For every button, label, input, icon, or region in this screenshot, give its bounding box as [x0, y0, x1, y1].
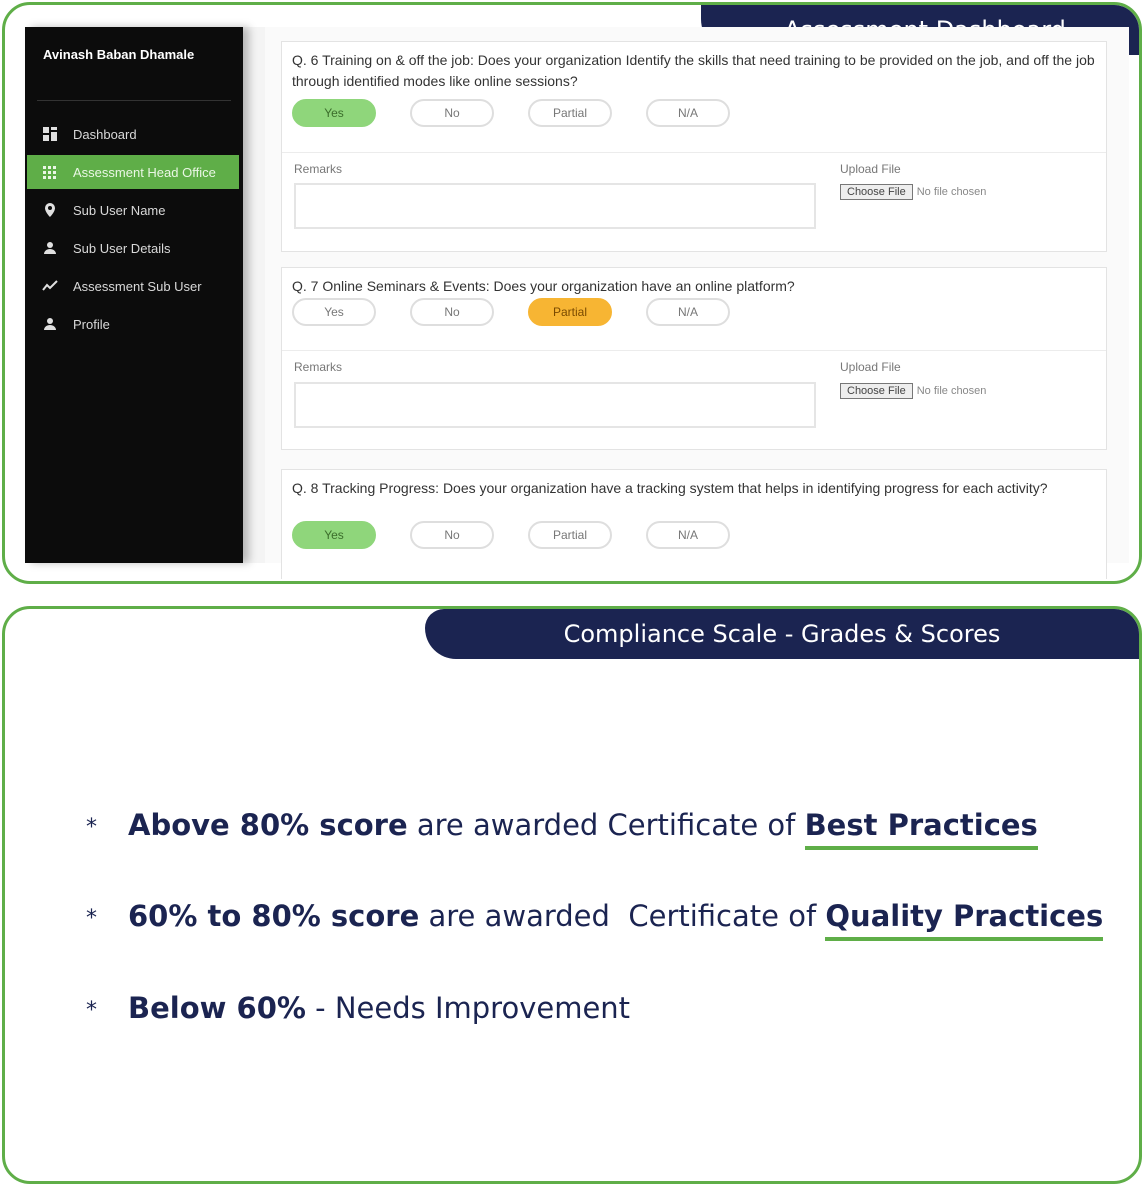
choose-file-button[interactable]: Choose File	[840, 383, 913, 399]
criteria-item: * 60% to 80% score are awarded Certificat…	[86, 899, 1104, 941]
panel-title: Compliance Scale - Grades & Scores	[563, 620, 1001, 648]
criteria-text: are awarded Certificate of	[407, 808, 805, 842]
question-text: Q. 6 Training on & off the job: Does you…	[292, 52, 1095, 89]
option-na[interactable]: N/A	[646, 99, 730, 127]
criteria-item: * Below 60% - Needs Improvement	[86, 991, 630, 1025]
answer-options: Yes No Partial N/A	[292, 521, 730, 549]
sidebar-item-assessment-head-office[interactable]: Assessment Head Office	[27, 155, 239, 189]
sidebar-item-assessment-sub-user[interactable]: Assessment Sub User	[27, 269, 239, 303]
dashboard-icon	[27, 126, 73, 142]
answer-options: Yes No Partial N/A	[292, 99, 730, 127]
option-na[interactable]: N/A	[646, 298, 730, 326]
option-yes[interactable]: Yes	[292, 521, 376, 549]
option-no[interactable]: No	[410, 521, 494, 549]
remarks-input[interactable]	[294, 382, 816, 428]
question-text: Q. 7 Online Seminars & Events: Does your…	[292, 278, 795, 294]
option-partial[interactable]: Partial	[528, 521, 612, 549]
option-partial[interactable]: Partial	[528, 298, 612, 326]
user-name: Avinash Baban Dhamale	[43, 47, 195, 62]
file-input: Choose File No file chosen	[840, 383, 986, 399]
criteria-text: are awarded Certificate of	[419, 899, 826, 933]
choose-file-button[interactable]: Choose File	[840, 184, 913, 200]
remarks-label: Remarks	[294, 162, 343, 176]
dashboard-screenshot: Avinash Baban Dhamale Dashboard Assessme…	[25, 27, 1129, 579]
sidebar-item-label: Sub User Details	[73, 240, 171, 256]
upload-file-label: Upload File	[840, 162, 901, 176]
criteria-lead: Above 80% score	[128, 808, 408, 842]
compliance-scale-panel: Compliance Scale - Grades & Scores	[2, 606, 1142, 1184]
criteria-text: - Needs Improvement	[305, 991, 631, 1025]
criteria-lead: 60% to 80% score	[128, 899, 420, 933]
sidebar-divider	[37, 100, 231, 101]
file-status: No file chosen	[916, 186, 987, 198]
bullet-marker: *	[86, 814, 97, 840]
main-content: Q. 6 Training on & off the job: Does you…	[265, 27, 1129, 579]
divider	[282, 152, 1106, 153]
sidebar-item-label: Profile	[73, 316, 110, 332]
option-no[interactable]: No	[410, 99, 494, 127]
sidebar-item-profile[interactable]: Profile	[27, 307, 239, 341]
user-icon	[27, 316, 73, 332]
option-na[interactable]: N/A	[646, 521, 730, 549]
sidebar-item-label: Assessment Head Office	[73, 164, 216, 180]
option-no[interactable]: No	[410, 298, 494, 326]
answer-options: Yes No Partial N/A	[292, 298, 730, 326]
certificate-name: Quality Practices	[825, 899, 1104, 941]
panel-title-tab: Compliance Scale - Grades & Scores	[425, 609, 1139, 659]
certificate-name: Best Practices	[804, 808, 1038, 850]
trend-line-icon	[27, 278, 73, 294]
question-text: Q. 8 Tracking Progress: Does your organi…	[292, 480, 1048, 496]
sidebar: Avinash Baban Dhamale Dashboard Assessme…	[25, 27, 243, 563]
question-card: Q. 6 Training on & off the job: Does you…	[281, 41, 1107, 252]
sidebar-item-sub-user-details[interactable]: Sub User Details	[27, 231, 239, 265]
upload-file-label: Upload File	[840, 360, 901, 374]
bullet-marker: *	[86, 997, 97, 1023]
option-yes[interactable]: Yes	[292, 298, 376, 326]
file-input: Choose File No file chosen	[840, 184, 986, 200]
option-partial[interactable]: Partial	[528, 99, 612, 127]
sidebar-item-label: Dashboard	[73, 126, 137, 142]
divider	[282, 350, 1106, 351]
sidebar-item-label: Sub User Name	[73, 202, 166, 218]
criteria-item: * Above 80% score are awarded Certificate…	[86, 808, 1038, 850]
sidebar-item-sub-user-name[interactable]: Sub User Name	[27, 193, 239, 227]
file-status: No file chosen	[916, 385, 987, 397]
bullet-marker: *	[86, 905, 97, 931]
question-card: Q. 7 Online Seminars & Events: Does your…	[281, 267, 1107, 450]
remarks-input[interactable]	[294, 183, 816, 229]
option-yes[interactable]: Yes	[292, 99, 376, 127]
criteria-lead: Below 60%	[128, 991, 306, 1025]
location-pin-icon	[27, 202, 73, 218]
user-icon	[27, 240, 73, 256]
assessment-dashboard-panel: Assessment Dashboard Avinash Baban Dhama…	[2, 2, 1142, 584]
question-card: Q. 8 Tracking Progress: Does your organi…	[281, 469, 1107, 579]
sidebar-item-label: Assessment Sub User	[73, 278, 202, 294]
remarks-label: Remarks	[294, 360, 343, 374]
grid-icon	[27, 164, 73, 180]
sidebar-item-dashboard[interactable]: Dashboard	[27, 117, 239, 151]
